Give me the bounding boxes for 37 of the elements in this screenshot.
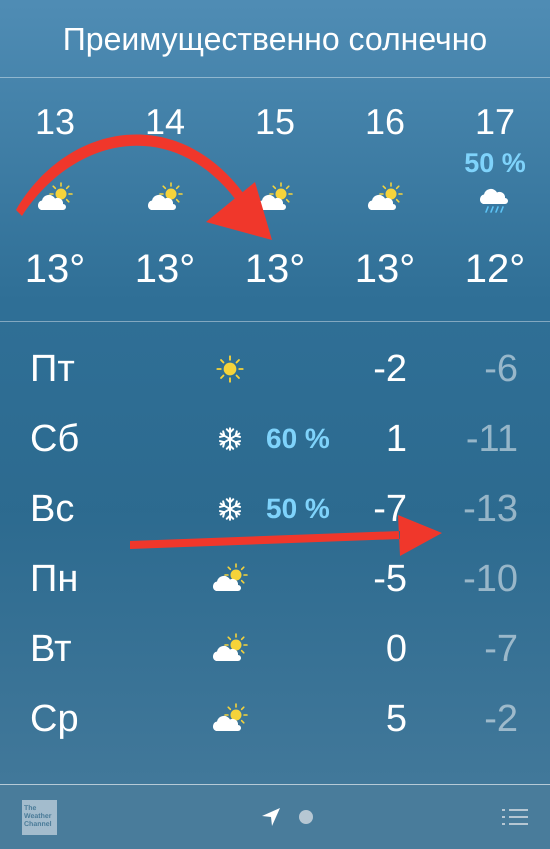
high-temperature: -5 [372, 556, 407, 602]
high-temperature: -7 [372, 486, 407, 532]
hour-label: 17 [474, 100, 516, 144]
day-label: Ср [29, 696, 80, 742]
hour-label: 13 [34, 100, 76, 144]
hour-temperature: 13° [24, 246, 86, 293]
day-label: Вт [29, 626, 72, 672]
location-arrow-icon[interactable] [260, 807, 280, 827]
hour-temperature: 13° [134, 246, 196, 293]
sun-icon [215, 354, 245, 384]
precipitation-chance: 50 % [266, 492, 330, 526]
low-temperature: -6 [483, 346, 518, 392]
low-temperature: -7 [483, 626, 518, 672]
low-temperature: -2 [483, 696, 518, 742]
hour-label: 15 [254, 100, 296, 144]
high-temperature: 0 [384, 626, 407, 672]
list-icon[interactable] [502, 807, 528, 827]
day-label: Сб [29, 416, 80, 462]
high-temperature: 5 [384, 696, 407, 742]
low-temperature: -11 [464, 416, 518, 462]
day-label: Пн [29, 556, 80, 602]
snowflake-icon [217, 426, 243, 452]
hour-temperature: 13° [354, 246, 416, 293]
hour-temperature: 13° [244, 246, 306, 293]
day-label: Пт [29, 346, 76, 392]
precipitation-chance: 60 % [266, 422, 330, 456]
condition-title: Преимущественно солнечно [62, 20, 488, 59]
low-temperature: -10 [462, 556, 518, 602]
high-temperature: 1 [384, 416, 407, 462]
day-label: Вс [29, 486, 76, 532]
hour-temperature: 12° [464, 246, 526, 293]
hour-label: 16 [364, 100, 406, 144]
high-temperature: -2 [372, 346, 407, 392]
low-temperature: -13 [462, 486, 518, 532]
hour-label: 14 [144, 100, 186, 144]
precipitation-chance: 50 % [464, 148, 526, 178]
snowflake-icon [217, 496, 243, 522]
